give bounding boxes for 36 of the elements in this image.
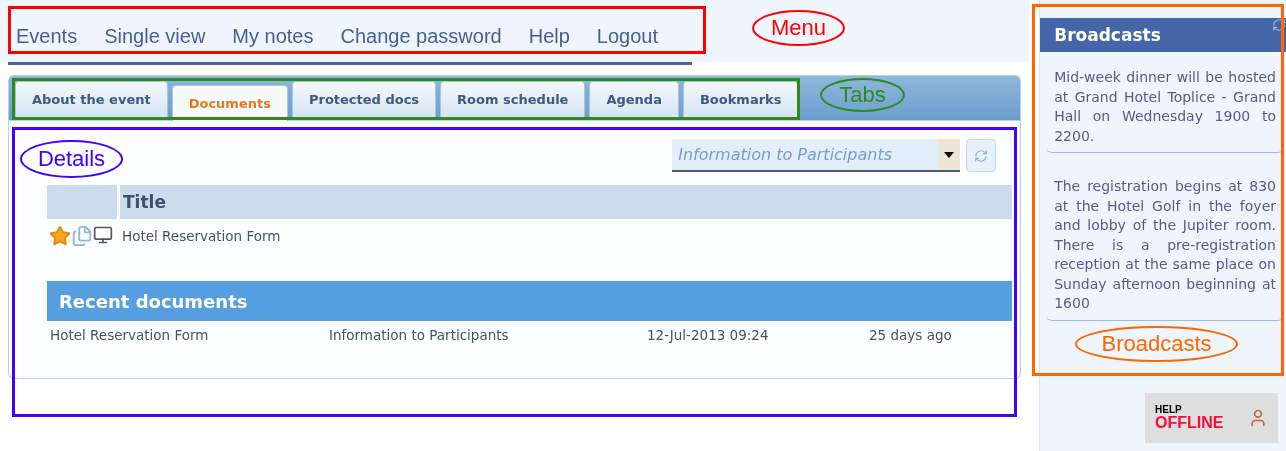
status-label: OFFLINE [1155,415,1224,431]
annotation-label: Menu [752,10,845,46]
monitor-icon[interactable] [93,225,113,245]
document-category: Information to Participants [329,327,510,343]
help-status-badge[interactable]: HELP OFFLINE [1145,393,1278,443]
table-header [47,185,117,219]
menu-link[interactable]: Change password [340,14,502,48]
caret-icon [944,151,955,158]
annotation-label: Broadcasts [1075,326,1238,362]
help-label: HELP [1155,405,1183,415]
column-header: Title [120,185,1013,219]
document-age: 25 days ago [869,327,953,343]
refresh-icon [974,148,989,163]
annotation-label: Details [20,140,123,178]
document-title[interactable]: Hotel Reservation Form [122,228,281,244]
tab[interactable]: Agenda [589,81,679,117]
tab[interactable]: Bookmarks [682,81,799,117]
menu-link[interactable]: Events [16,14,78,48]
menu-link[interactable]: Logout [596,14,658,48]
menu-link[interactable]: Help [528,14,570,48]
person-icon [1248,408,1268,428]
panel-title: Broadcasts [1040,18,1286,52]
tab[interactable]: About the event [15,81,168,117]
document-date: 12-Jul-2013 09:24 [647,327,770,343]
star-icon[interactable] [49,225,71,247]
menu-link[interactable]: My notes [232,14,314,48]
document-name[interactable]: Hotel Reservation Form [50,327,329,343]
section-header: Recent documents [47,281,1013,321]
menu-link[interactable]: Single view [104,14,206,48]
tab[interactable]: Protected docs [291,81,437,117]
refresh-button[interactable] [966,139,997,172]
annotation-label: Tabs [820,78,905,112]
refresh-icon[interactable] [1272,18,1286,32]
broadcast-message: Mid-week dinner will be hosted at Grand Hotel Toplice - Grand Hall on Wednesday 1900 to 2200. [1046,58,1284,153]
tab[interactable]: Room schedule [440,81,586,117]
broadcast-message: The registration begins at 830 at the Hotel Golf in the foyer and lobby of the Jupiter room. There is a pre-registration reception at the same place on Sunday afternoon beginning at 1600 [1046,167,1284,321]
